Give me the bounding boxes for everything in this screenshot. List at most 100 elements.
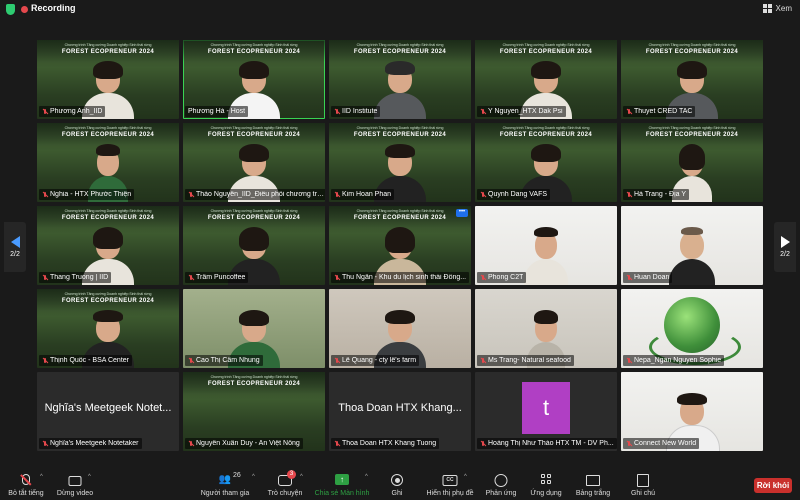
participant-name-label: Phong C2T (477, 272, 527, 283)
video-tile-no-video[interactable]: Thoa Doan HTX Khang... Thoa Doan HTX Kha… (329, 372, 471, 451)
video-tile[interactable]: Chương trình Tăng cường Doanh nghiệp Sin… (621, 123, 763, 202)
grid-view-icon (762, 4, 772, 13)
participant-name-label: Connect New World (623, 438, 700, 449)
participant-name-label: Thu Ngân - Khu du lịch sinh thái Đồng... (331, 272, 470, 283)
participants-options-caret-icon[interactable]: ^ (252, 474, 255, 480)
participant-name-label: IID Institute (331, 106, 381, 117)
mic-muted-icon (626, 357, 632, 364)
closed-captions-icon: CC (442, 475, 458, 486)
whiteboard-icon (586, 475, 600, 486)
whiteboard-button[interactable]: Bảng trắng (574, 472, 612, 498)
event-banner: Chương trình Tăng cường Doanh nghiệp Sin… (183, 123, 325, 145)
participant-name-label: Phương Anh_IID (39, 106, 106, 117)
participant-name-label: Thang Truong | IID (39, 272, 112, 283)
event-banner: Chương trình Tăng cường Doanh nghiệp Sin… (37, 40, 179, 62)
mute-options-caret-icon[interactable]: ^ (40, 474, 43, 480)
video-camera-icon (68, 476, 82, 486)
mic-muted-icon (42, 440, 48, 447)
chat-button[interactable]: Trò chuyện (265, 472, 305, 498)
mic-muted-icon (626, 108, 632, 115)
leave-meeting-button[interactable]: Rời khỏi (754, 478, 792, 493)
participant-display-name: Thoa Doan HTX Khang... (338, 402, 462, 414)
mic-muted-icon (188, 274, 194, 281)
mic-muted-icon (188, 357, 194, 364)
video-tile[interactable]: Chương trình Tăng cường Doanh nghiệp Sin… (37, 289, 179, 368)
event-banner: Chương trình Tăng cường Doanh nghiệp Sin… (329, 123, 471, 145)
captions-options-caret-icon[interactable]: ^ (464, 474, 467, 480)
participant-name-label: Y Nguyen_HTX Dak Psi (477, 106, 566, 117)
share-screen-button[interactable]: ↑ Chia sẻ Màn hình (312, 472, 372, 498)
video-tile[interactable]: Chương trình Tăng cường Doanh nghiệp Sin… (475, 123, 617, 202)
event-banner: Chương trình Tăng cường Doanh nghiệp Sin… (183, 372, 325, 394)
participant-display-name: Nghĩa's Meetgeek Notet... (44, 402, 172, 414)
video-tile[interactable]: Huan Doan (621, 206, 763, 285)
mic-muted-icon (626, 440, 632, 447)
participant-name-label: Cao Thị Cẩm Nhung (185, 355, 263, 366)
shield-icon[interactable] (6, 4, 15, 15)
video-tile[interactable]: Chương trình Tăng cường Doanh nghiệp Sin… (37, 206, 179, 285)
video-tile[interactable]: Chương trình Tăng cường Doanh nghiệp Sin… (183, 372, 325, 451)
participant-avatar: t (522, 382, 570, 434)
mic-muted-icon (480, 191, 486, 198)
mic-muted-icon (334, 108, 340, 115)
video-tile[interactable]: Chương trình Tăng cường Doanh nghiệp Sin… (475, 40, 617, 119)
participant-name-label: Nghĩa's Meetgeek Notetaker (39, 438, 142, 449)
apps-button[interactable]: Ứng dụng (529, 472, 563, 498)
video-tile-no-video[interactable]: t Hoàng Thị Như Thảo HTX TM - DV Ph... (475, 372, 617, 451)
video-tile-no-video[interactable]: Nghĩa's Meetgeek Notet... Nghĩa's Meetge… (37, 372, 179, 451)
record-button[interactable]: Ghi (385, 472, 409, 498)
video-tile[interactable]: Chương trình Tăng cường Doanh nghiệp Sin… (621, 40, 763, 119)
notes-button[interactable]: Ghi chú (628, 472, 658, 498)
participant-name-label: Trâm Puncoffee (185, 272, 249, 283)
reactions-button[interactable]: Phản ứng (484, 472, 518, 498)
video-tile[interactable]: Cao Thị Cẩm Nhung (183, 289, 325, 368)
participant-name-label: Thoa Doan HTX Khang Tuong (331, 438, 440, 449)
next-page-button[interactable]: 2/2 (774, 222, 796, 272)
more-options-icon[interactable]: ••• (456, 209, 468, 217)
apps-icon (541, 474, 551, 484)
event-banner: Chương trình Tăng cường Doanh nghiệp Sin… (329, 40, 471, 62)
notes-icon (637, 474, 649, 487)
event-banner: Chương trình Tăng cường Doanh nghiệp Sin… (621, 40, 763, 62)
video-tile[interactable]: Connect New World (621, 372, 763, 451)
video-tile[interactable]: Chương trình Tăng cường Doanh nghiệp Sin… (329, 206, 471, 285)
video-tile[interactable]: Ms Trang- Natural seafood (475, 289, 617, 368)
video-tile[interactable]: Chương trình Tăng cường Doanh nghiệp Sin… (37, 40, 179, 119)
page-indicator-right: 2/2 (780, 251, 790, 258)
mic-muted-icon (480, 274, 486, 281)
show-captions-button[interactable]: CC Hiển thị phụ đề (423, 472, 477, 498)
arrow-right-icon (780, 236, 790, 248)
emoji-icon (494, 474, 508, 487)
video-tile[interactable]: Chương trình Tăng cường Doanh nghiệp Sin… (329, 40, 471, 119)
participant-name-label: Kim Hoan Phan (331, 189, 395, 200)
participant-name-label: Huan Doan (623, 272, 673, 283)
mic-muted-icon (42, 274, 48, 281)
share-options-caret-icon[interactable]: ^ (365, 474, 368, 480)
participant-name-label: Nepa_Ngan Nguyen Sophie (623, 355, 725, 366)
video-tile[interactable]: Chương trình Tăng cường Doanh nghiệp Sin… (183, 206, 325, 285)
recording-dot-icon (21, 6, 28, 13)
participants-count: 26 (233, 472, 241, 479)
arrow-left-icon (10, 236, 20, 248)
mic-muted-icon (334, 191, 340, 198)
video-options-caret-icon[interactable]: ^ (88, 474, 91, 480)
view-label: Xem (775, 4, 792, 13)
video-tile[interactable]: Chương trình Tăng cường Doanh nghiệp Sin… (37, 123, 179, 202)
participant-name-label: Thảo Nguyễn_IID_Điều phối chương trì... (185, 189, 325, 200)
participant-video (374, 61, 426, 119)
chat-options-caret-icon[interactable]: ^ (300, 474, 303, 480)
mic-muted-icon (334, 440, 340, 447)
video-tile[interactable]: Chương trình Tăng cường Doanh nghiệp Sin… (329, 123, 471, 202)
video-tile[interactable]: Nepa_Ngan Nguyen Sophie (621, 289, 763, 368)
participants-button[interactable]: 👥 Người tham gia (198, 472, 252, 498)
record-icon (391, 474, 403, 486)
view-button[interactable]: Xem (762, 4, 792, 13)
event-banner: Chương trình Tăng cường Doanh nghiệp Sin… (37, 123, 179, 145)
video-tile[interactable]: Phong C2T (475, 206, 617, 285)
video-tile[interactable]: Lê Quang - cty lê's farm (329, 289, 471, 368)
video-tile-active-speaker[interactable]: Chương trình Tăng cường Doanh nghiệp Sin… (183, 40, 325, 119)
event-banner: Chương trình Tăng cường Doanh nghiệp Sin… (183, 40, 325, 62)
video-tile[interactable]: Chương trình Tăng cường Doanh nghiệp Sin… (183, 123, 325, 202)
previous-page-button[interactable]: 2/2 (4, 222, 26, 272)
mic-muted-icon (480, 440, 486, 447)
